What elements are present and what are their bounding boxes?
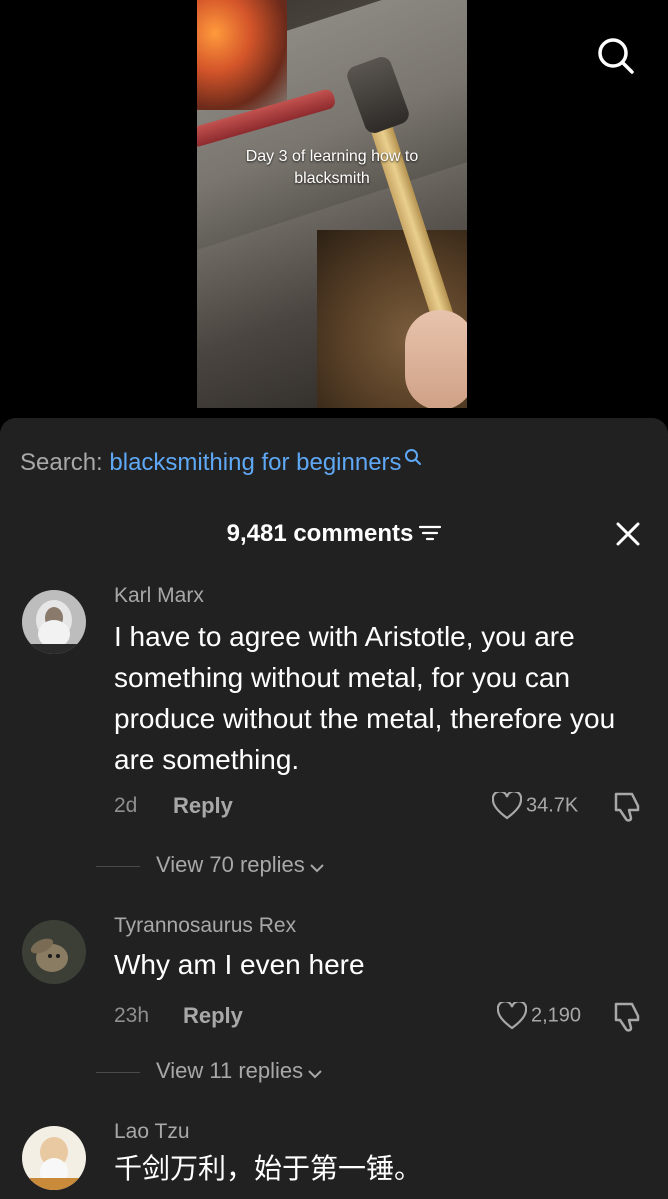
reply-button[interactable]: Reply xyxy=(183,1003,243,1029)
comments-header: 9,481 comments xyxy=(0,514,668,554)
search-suggestion-query[interactable]: blacksmithing for beginners xyxy=(109,449,401,476)
search-icon[interactable] xyxy=(596,36,636,76)
comment-text: I have to agree with Aristotle, you are … xyxy=(114,621,616,775)
like-count: 34.7K xyxy=(526,794,579,817)
close-icon[interactable] xyxy=(612,518,644,550)
chevron-down-icon xyxy=(309,853,325,879)
heart-icon xyxy=(496,1000,528,1030)
view-replies-button[interactable]: View 11 replies xyxy=(96,1058,323,1085)
search-suggestion[interactable]: Search: blacksmithing for beginners xyxy=(20,448,422,478)
search-icon xyxy=(404,449,421,465)
like-count: 2,190 xyxy=(531,1004,582,1027)
comment-time: 2d xyxy=(114,794,138,817)
search-suggestion-label: Search: xyxy=(20,449,103,476)
filter-icon[interactable] xyxy=(419,521,442,549)
comment-username[interactable]: Karl Marx xyxy=(114,584,204,608)
thumbs-down-icon xyxy=(614,792,640,822)
like-button[interactable]: 34.7K xyxy=(491,790,579,820)
video-thumbnail[interactable] xyxy=(197,0,467,408)
dislike-button[interactable] xyxy=(610,1000,644,1034)
avatar[interactable] xyxy=(22,1126,86,1190)
dislike-button[interactable] xyxy=(610,790,644,824)
comment-username[interactable]: Tyrannosaurus Rex xyxy=(114,914,296,938)
reply-button[interactable]: Reply xyxy=(173,793,233,819)
thumbs-down-icon xyxy=(614,1002,640,1032)
like-button[interactable]: 2,190 xyxy=(496,1000,582,1030)
avatar[interactable] xyxy=(22,920,86,984)
avatar[interactable] xyxy=(22,590,86,654)
view-replies-button[interactable]: View 70 replies xyxy=(96,852,325,879)
comments-sheet: Search: blacksmithing for beginners 9,48… xyxy=(0,418,668,1199)
video-player[interactable]: Day 3 of learning how to blacksmith xyxy=(0,0,668,420)
comment-username[interactable]: Lao Tzu xyxy=(114,1120,190,1144)
heart-icon xyxy=(491,790,523,820)
comment-text: Why am I even here xyxy=(114,949,365,980)
comment-count-label: 9,481 comments xyxy=(226,520,414,547)
comment-text: 千剑万利，始于第一锤。 xyxy=(114,1153,423,1184)
video-caption: Day 3 of learning how to blacksmith xyxy=(245,148,419,187)
comment-count[interactable]: 9,481 comments xyxy=(0,520,668,549)
comment-time: 23h xyxy=(114,1004,150,1027)
view-replies-label: View 11 replies xyxy=(156,1058,304,1083)
view-replies-label: View 70 replies xyxy=(156,852,305,877)
chevron-down-icon xyxy=(307,1059,323,1085)
